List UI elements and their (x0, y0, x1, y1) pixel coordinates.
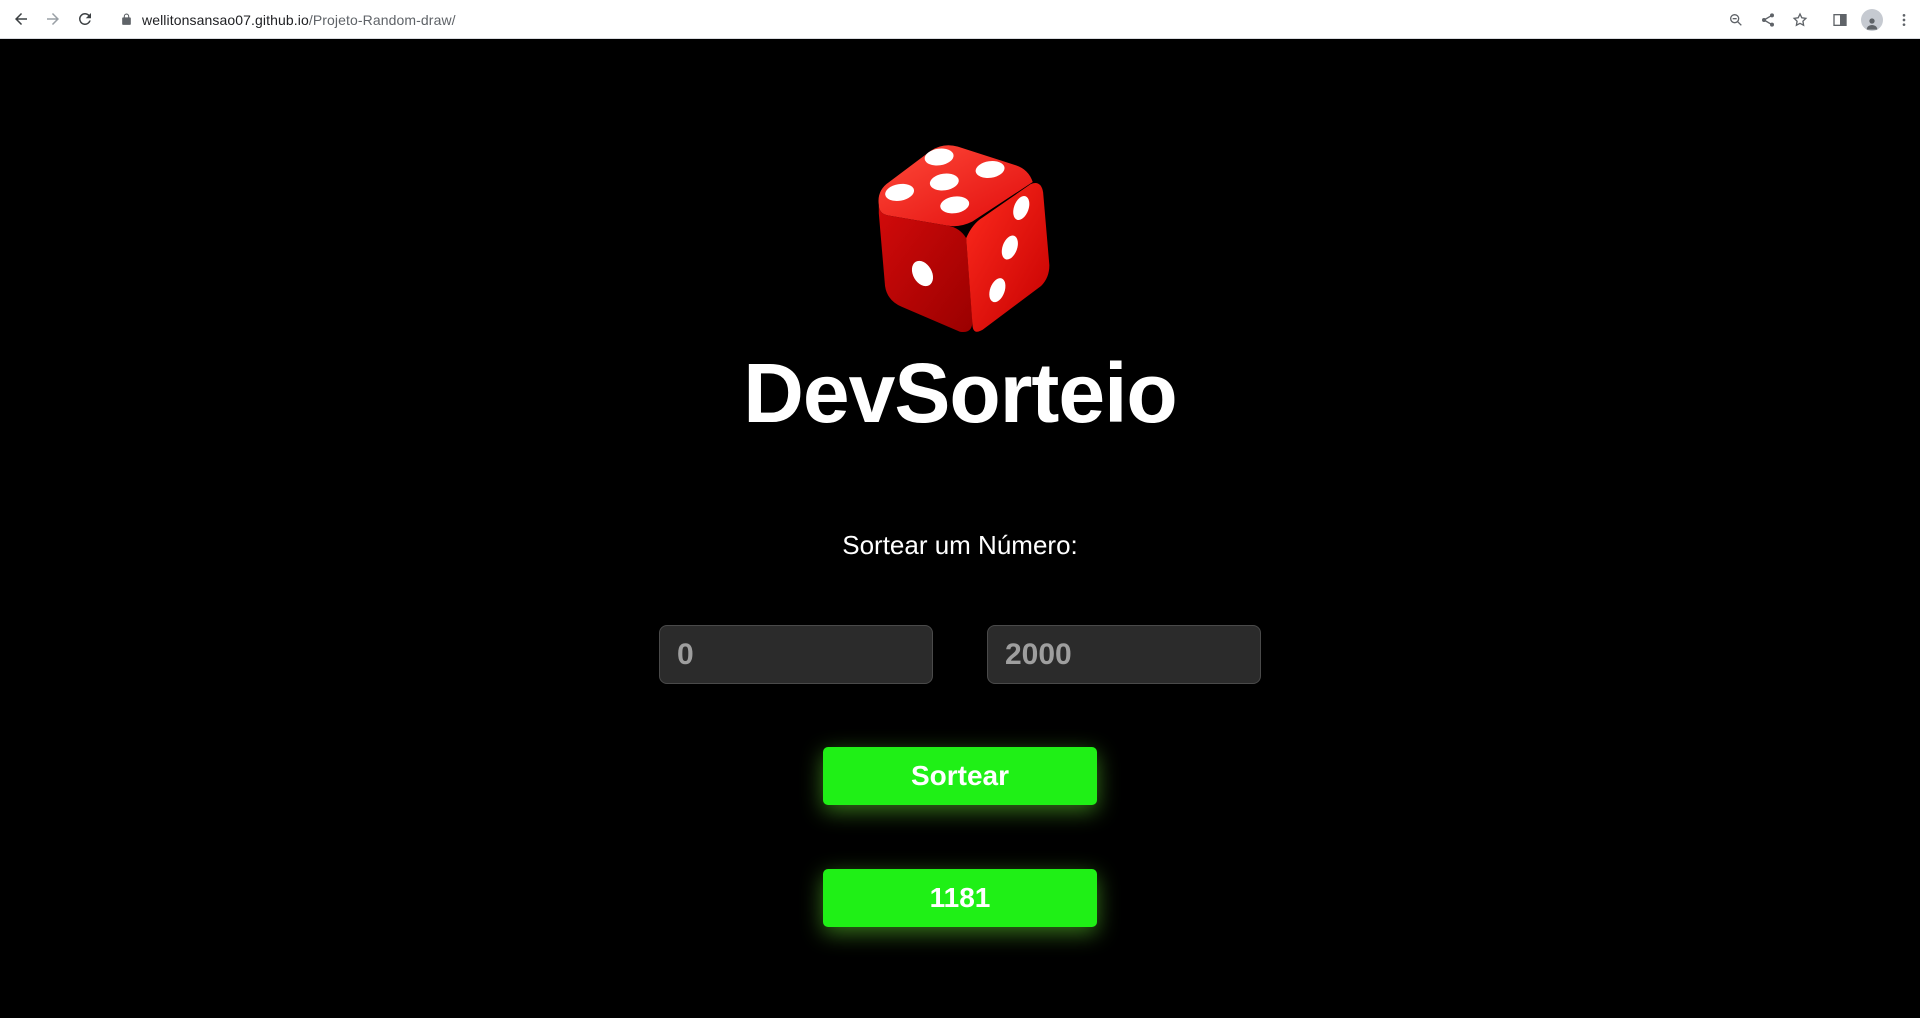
draw-subtitle: Sortear um Número: (842, 530, 1078, 560)
url-path: /Projeto-Random-draw/ (308, 11, 456, 28)
zoom-icon[interactable] (1720, 4, 1752, 36)
side-panel-icon[interactable] (1824, 4, 1856, 36)
bookmark-star-icon[interactable] (1784, 4, 1816, 36)
address-bar[interactable]: wellitonsansao07.github.io/Projeto-Rando… (108, 4, 1808, 35)
profile-icon[interactable] (1856, 4, 1888, 36)
browser-toolbar: wellitonsansao07.github.io/Projeto-Rando… (0, 0, 1920, 39)
min-number-input[interactable] (659, 625, 933, 684)
reload-icon[interactable] (69, 3, 101, 35)
url-text: wellitonsansao07.github.io/Projeto-Rando… (142, 12, 456, 28)
url-host: wellitonsansao07.github.io (142, 11, 309, 28)
page-content: DevSorteio Sortear um Número: Sortear 11… (0, 40, 1920, 1018)
draw-button[interactable]: Sortear (823, 747, 1097, 805)
max-number-input[interactable] (987, 625, 1261, 684)
result-display: 1181 (823, 869, 1097, 927)
back-icon[interactable] (5, 3, 37, 35)
dice-icon (878, 145, 1050, 333)
toolbar-actions (1720, 4, 1920, 35)
menu-icon[interactable] (1888, 4, 1920, 36)
forward-icon[interactable] (37, 3, 69, 35)
page-title: DevSorteio (743, 346, 1177, 440)
lock-icon[interactable] (118, 12, 134, 28)
share-icon[interactable] (1752, 4, 1784, 36)
